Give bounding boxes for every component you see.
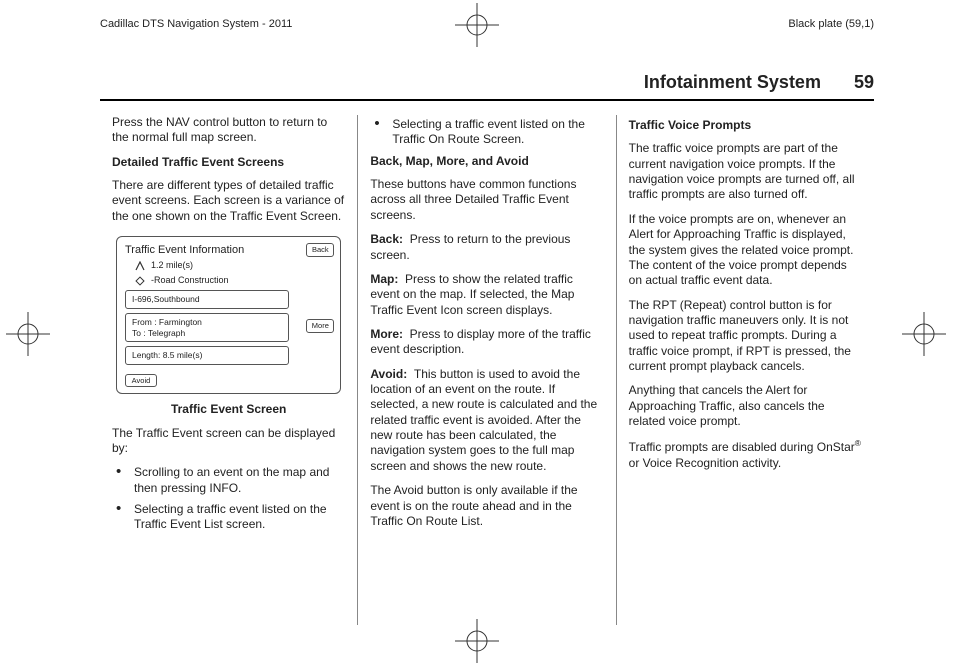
plate-label: Black plate (59,1) — [788, 18, 874, 30]
definition: Avoid: This button is used to avoid the … — [370, 367, 603, 475]
column-3: Traffic Voice Prompts The traffic voice … — [616, 115, 874, 625]
body-text: These buttons have common functions acro… — [370, 177, 603, 223]
subheading: Detailed Traffic Event Screens — [112, 155, 345, 170]
traffic-event-figure: Traffic Event Information Back More 1.2 … — [116, 236, 341, 394]
figure-to: To : Telegraph — [132, 328, 282, 339]
body-text: The Traffic Event screen can be displaye… — [112, 426, 345, 457]
doc-title: Cadillac DTS Navigation System - 2011 — [100, 18, 292, 30]
list-item: Scrolling to an event on the map and the… — [112, 465, 345, 496]
figure-caption: Traffic Event Screen — [112, 402, 345, 417]
body-text: The Avoid button is only available if th… — [370, 483, 603, 529]
subheading: Traffic Voice Prompts — [629, 118, 862, 133]
figure-avoid-button: Avoid — [125, 374, 157, 388]
body-text: The traffic voice prompts are part of th… — [629, 141, 862, 202]
figure-fromto-box: From : Farmington To : Telegraph — [125, 313, 289, 342]
column-2: Selecting a traffic event listed on the … — [357, 115, 615, 625]
definition: Map: Press to show the related traffic e… — [370, 272, 603, 318]
body-text: Traffic prompts are disabled during OnSt… — [629, 438, 862, 471]
body-text: Press the NAV control button to return t… — [112, 115, 345, 146]
body-text: Anything that cancels the Alert for Appr… — [629, 383, 862, 429]
section-name: Infotainment System — [644, 72, 821, 92]
section-header: Infotainment System 59 — [100, 72, 874, 101]
body-text: If the voice prompts are on, whenever an… — [629, 212, 862, 289]
definition: Back: Press to return to the previous sc… — [370, 232, 603, 263]
arrow-icon — [135, 261, 145, 271]
body-text: There are different types of detailed tr… — [112, 178, 345, 224]
figure-length-box: Length: 8.5 mile(s) — [125, 346, 289, 365]
figure-from: From : Farmington — [132, 317, 282, 328]
column-1: Press the NAV control button to return t… — [100, 115, 357, 625]
body-text: The RPT (Repeat) control button is for n… — [629, 298, 862, 375]
diamond-icon — [135, 276, 145, 286]
list-item: Selecting a traffic event listed on the … — [370, 117, 603, 148]
figure-route-box: I-696,Southbound — [125, 290, 289, 309]
figure-construction: -Road Construction — [151, 275, 229, 287]
crop-mark-right — [902, 312, 946, 356]
crop-mark-bottom — [455, 619, 499, 663]
list-item: Selecting a traffic event listed on the … — [112, 502, 345, 533]
crop-mark-left — [6, 312, 50, 356]
figure-title: Traffic Event Information — [125, 243, 332, 257]
figure-distance: 1.2 mile(s) — [151, 260, 193, 272]
figure-back-button: Back — [306, 243, 334, 257]
definition: More: Press to display more of the traff… — [370, 327, 603, 358]
page-number: 59 — [826, 72, 874, 92]
figure-more-button: More — [306, 319, 334, 333]
registered-mark: ® — [855, 438, 861, 448]
subheading: Back, Map, More, and Avoid — [370, 154, 603, 169]
